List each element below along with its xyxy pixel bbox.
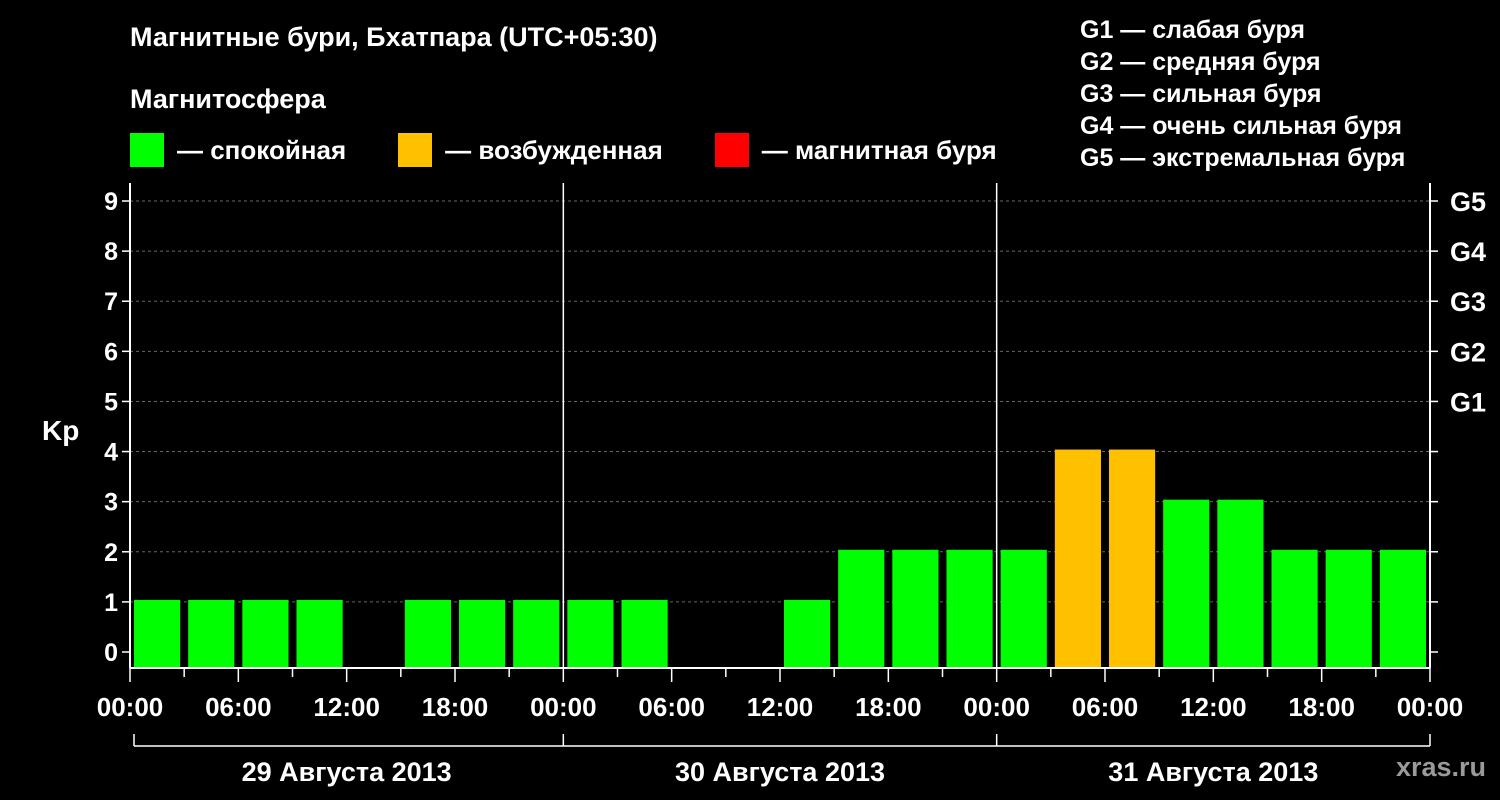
x-tick-label-2: 12:00 [313, 692, 380, 722]
y-tick-label-6: 6 [104, 338, 118, 366]
kp-bar-8 [567, 599, 614, 668]
kp-bar-chart: 0 1 2 3 4 5 6 7 8 9 G1 G2 G3 G4 G5 Kp 00:00 06:00 12:00 18:… [42, 183, 1486, 787]
x-tick-label-1: 06:00 [205, 692, 272, 722]
x-tick-label-7: 18:00 [855, 692, 922, 722]
kp-bar-9 [621, 599, 668, 668]
kp-bar-0 [134, 599, 181, 668]
x-tick-label-12: 00:00 [1397, 692, 1464, 722]
x-tick-label-11: 18:00 [1288, 692, 1355, 722]
y-tick-label-4: 4 [104, 439, 118, 467]
y-tick-label-5: 5 [104, 388, 118, 416]
x-tick-label-5: 06:00 [638, 692, 705, 722]
y-tick-label-3: 3 [104, 489, 118, 517]
x-tick-label-6: 12:00 [747, 692, 814, 722]
kp-bar-6 [459, 599, 506, 668]
kp-bar-18 [1109, 449, 1156, 668]
right-tick-label-g1: G1 [1450, 387, 1486, 417]
y-tick-label-7: 7 [104, 288, 118, 316]
x-tick-label-3: 18:00 [422, 692, 489, 722]
x-tick-label-8: 00:00 [963, 692, 1030, 722]
kp-bar-7 [513, 599, 560, 668]
x-tick-label-0: 00:00 [97, 692, 164, 722]
kp-bar-22 [1325, 549, 1372, 668]
right-tick-label-g4: G4 [1450, 237, 1486, 267]
y-axis-label: Kp [42, 415, 79, 446]
y-tick-label-0: 0 [104, 639, 118, 667]
y-tick-label-8: 8 [104, 238, 118, 266]
kp-bar-13 [838, 549, 885, 668]
kp-bar-21 [1271, 549, 1318, 668]
kp-bar-14 [892, 549, 939, 668]
kp-bar-3 [296, 599, 343, 668]
y-tick-label-2: 2 [104, 539, 118, 567]
right-tick-label-g3: G3 [1450, 287, 1486, 317]
y-tick-label-1: 1 [104, 589, 118, 617]
right-tick-label-g2: G2 [1450, 337, 1486, 367]
kp-bar-2 [242, 599, 289, 668]
site-watermark: xras.ru [1395, 752, 1486, 782]
day-label-2: 31 Августа 2013 [1108, 757, 1318, 787]
kp-bar-17 [1054, 449, 1101, 668]
x-tick-label-9: 06:00 [1072, 692, 1139, 722]
kp-bar-12 [784, 599, 831, 668]
kp-bar-1 [188, 599, 235, 668]
kp-bar-15 [946, 549, 993, 668]
day-label-1: 30 Августа 2013 [675, 757, 885, 787]
x-tick-label-4: 00:00 [530, 692, 597, 722]
kp-bar-23 [1379, 549, 1426, 668]
kp-bar-20 [1217, 499, 1264, 668]
y-tick-label-9: 9 [104, 188, 118, 216]
right-tick-label-g5: G5 [1450, 187, 1486, 217]
kp-bar-19 [1163, 499, 1210, 668]
x-tick-label-10: 12:00 [1180, 692, 1247, 722]
kp-bar-5 [404, 599, 451, 668]
kp-bar-16 [1000, 549, 1047, 668]
day-label-0: 29 Августа 2013 [242, 757, 452, 787]
